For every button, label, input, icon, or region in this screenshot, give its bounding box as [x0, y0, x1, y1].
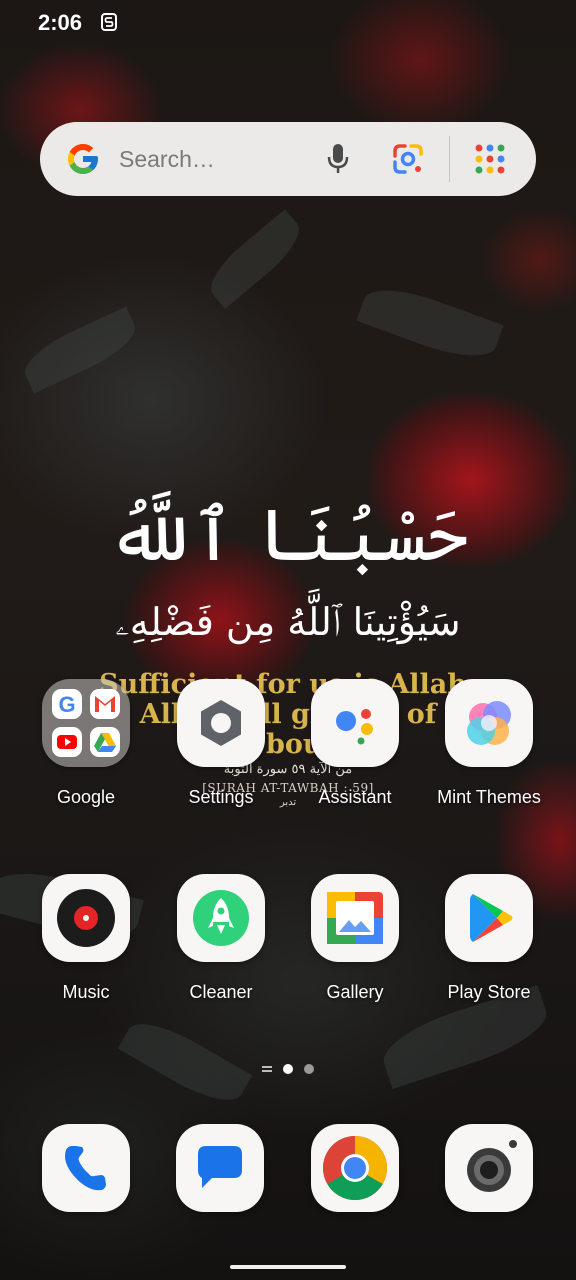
- camera-icon[interactable]: [445, 1124, 533, 1212]
- google-lens-icon[interactable]: [391, 142, 425, 176]
- settings-gear-icon[interactable]: [177, 679, 265, 767]
- app-google-folder[interactable]: G Google: [19, 679, 153, 808]
- app-label: Google: [56, 787, 116, 807]
- app-label: Gallery: [326, 982, 384, 1002]
- app-label: Mint Themes: [437, 787, 541, 807]
- svg-text:G: G: [58, 692, 75, 717]
- app-music[interactable]: Music: [19, 874, 153, 1003]
- app-label: Music: [62, 982, 110, 1002]
- status-bar: 2:06: [0, 0, 576, 44]
- app-label: Assistant: [318, 787, 392, 807]
- app-settings[interactable]: Settings: [154, 679, 288, 808]
- quote-arabic-line1: حَسْبُنَا ٱللَّهُ: [107, 493, 469, 577]
- search-bar[interactable]: Search…: [40, 122, 536, 196]
- music-disc-icon[interactable]: [42, 874, 130, 962]
- quote-arabic-line2: سَيُؤْتِينَا ٱللَّهُ مِن فَضْلِهِۦ: [115, 600, 461, 644]
- page-dot[interactable]: [304, 1064, 314, 1074]
- app-label: Play Store: [447, 982, 531, 1002]
- navigation-handle[interactable]: [230, 1265, 346, 1269]
- feed-lines-icon: [262, 1066, 272, 1072]
- search-divider: [449, 136, 450, 182]
- mint-themes-icon[interactable]: [445, 679, 533, 767]
- page-dot-active[interactable]: [283, 1064, 293, 1074]
- cleaner-rocket-icon[interactable]: [177, 874, 265, 962]
- page-indicator[interactable]: [262, 1064, 322, 1074]
- mic-icon[interactable]: [325, 142, 351, 176]
- app-assistant[interactable]: Assistant: [288, 679, 422, 808]
- sync-s-icon: [100, 12, 118, 32]
- search-input[interactable]: Search…: [119, 146, 215, 173]
- play-store-icon[interactable]: [445, 874, 533, 962]
- google-g-icon[interactable]: [65, 141, 101, 177]
- google-folder-icon[interactable]: G: [42, 679, 130, 767]
- assistant-icon[interactable]: [311, 679, 399, 767]
- app-cleaner[interactable]: Cleaner: [154, 874, 288, 1003]
- phone-icon[interactable]: [42, 1124, 130, 1212]
- chrome-icon[interactable]: [311, 1124, 399, 1212]
- app-mint-themes[interactable]: Mint Themes: [422, 679, 556, 808]
- apps-grid-icon[interactable]: [473, 142, 507, 176]
- status-time: 2:06: [38, 10, 83, 35]
- app-gallery[interactable]: Gallery: [288, 874, 422, 1003]
- app-label: Settings: [188, 787, 254, 807]
- gallery-icon[interactable]: [311, 874, 399, 962]
- messages-icon[interactable]: [176, 1124, 264, 1212]
- app-play-store[interactable]: Play Store: [422, 874, 556, 1003]
- app-label: Cleaner: [189, 982, 253, 1002]
